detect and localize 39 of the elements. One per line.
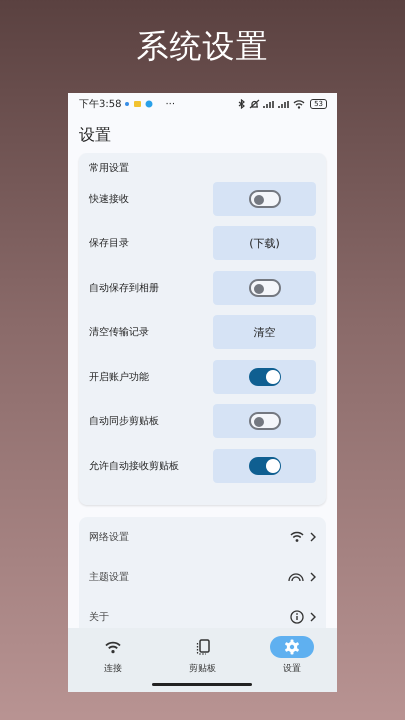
toggle-switch[interactable] — [248, 368, 280, 386]
wifi-icon — [104, 640, 121, 654]
setting-button[interactable]: (下载) — [213, 226, 316, 260]
page-title: 系统设置 — [136, 26, 268, 67]
toggle-switch[interactable] — [248, 278, 280, 296]
nav-tab[interactable]: 剪贴板 — [158, 636, 248, 692]
clipboard-icon — [196, 639, 210, 655]
mute-icon — [249, 99, 260, 109]
section-title: 常用设置 — [89, 162, 130, 175]
setting-label: 自动同步剪贴板 — [89, 414, 159, 428]
settings-icon — [284, 639, 300, 655]
info-icon — [290, 610, 304, 624]
setting-label: 清空传输记录 — [89, 326, 149, 339]
status-time: 下午3:58 — [79, 98, 122, 111]
screen-title: 设置 — [78, 124, 112, 146]
wifi-icon — [293, 100, 306, 108]
setting-label: 自动保存到相册 — [89, 282, 159, 294]
signal-icon — [278, 100, 290, 108]
setting-label: 允许自动接收剪贴板 — [89, 460, 179, 472]
more-indicator: ··· — [165, 98, 176, 110]
setting-button[interactable]: 清空 — [213, 315, 316, 349]
settings-link[interactable]: 主题设置 — [89, 556, 316, 596]
wifi-icon — [290, 530, 304, 542]
toggle-switch[interactable] — [248, 412, 280, 430]
nav-tab[interactable]: 连接 — [68, 636, 158, 692]
chevron-icon — [310, 612, 316, 622]
setting-label: 快速接收 — [89, 192, 129, 206]
nav-tab[interactable]: 设置 — [247, 636, 337, 692]
chevron-icon — [310, 572, 316, 582]
setting-label: 开启账户功能 — [89, 370, 149, 384]
toggle-switch[interactable] — [248, 456, 280, 474]
toggle-switch[interactable] — [248, 190, 280, 208]
settings-link[interactable]: 关于 — [89, 596, 316, 628]
signal-icon — [263, 100, 276, 108]
setting-label: 保存目录 — [89, 237, 129, 250]
arcs-icon — [288, 572, 304, 582]
chevron-icon — [310, 532, 316, 542]
bluetooth-icon — [238, 99, 246, 109]
settings-link[interactable]: 网络设置 — [89, 516, 316, 556]
